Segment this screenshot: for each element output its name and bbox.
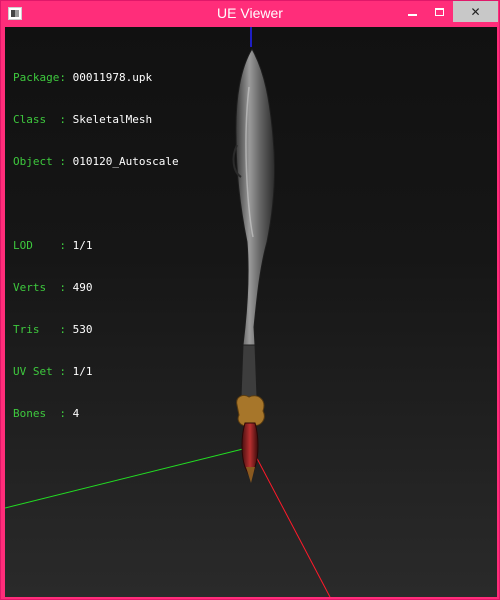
info-class-value: SkeletalMesh: [72, 113, 153, 126]
info-tris-row: Tris : 530: [13, 323, 179, 337]
info-package-row: Package: 00011978.upk: [13, 71, 179, 85]
info-object-label: Object :: [13, 155, 66, 168]
info-class-row: Class : SkeletalMesh: [13, 113, 179, 127]
axis-x-line: [250, 446, 331, 597]
sword-guard: [236, 394, 265, 427]
info-lod-value: 1/1: [72, 239, 93, 252]
info-spacer: [13, 197, 179, 211]
info-uvset-value: 1/1: [72, 365, 93, 378]
info-bones-row: Bones : 4: [13, 407, 179, 421]
info-verts-row: Verts : 490: [13, 281, 179, 295]
info-verts-label: Verts :: [13, 281, 66, 294]
info-package-value: 00011978.upk: [72, 71, 153, 84]
axis-y-line: [5, 446, 252, 509]
info-uvset-label: UV Set :: [13, 365, 66, 378]
close-icon: ✕: [470, 4, 481, 19]
info-object-value: 010120_Autoscale: [72, 155, 179, 168]
sword-ricasso: [240, 344, 258, 404]
app-window: UE Viewer ✕ Package: 00011978.upk Class …: [0, 0, 500, 600]
info-tris-label: Tris :: [13, 323, 66, 336]
sword-pommel: [246, 467, 255, 483]
info-lod-row: LOD : 1/1: [13, 239, 179, 253]
maximize-button[interactable]: [426, 1, 453, 22]
sword-mesh: [232, 48, 276, 483]
3d-viewport[interactable]: Package: 00011978.upk Class : SkeletalMe…: [5, 27, 497, 597]
info-bones-value: 4: [72, 407, 80, 420]
info-verts-value: 490: [72, 281, 93, 294]
info-class-label: Class :: [13, 113, 66, 126]
info-uvset-row: UV Set : 1/1: [13, 365, 179, 379]
close-button[interactable]: ✕: [453, 1, 498, 22]
info-package-label: Package:: [13, 71, 66, 84]
minimize-icon: [408, 13, 417, 16]
sword-blade: [235, 48, 276, 346]
info-tris-value: 530: [72, 323, 93, 336]
minimize-button[interactable]: [399, 1, 426, 22]
info-object-row: Object : 010120_Autoscale: [13, 155, 179, 169]
info-lod-label: LOD :: [13, 239, 66, 252]
maximize-icon: [435, 7, 444, 16]
title-bar[interactable]: UE Viewer ✕: [1, 1, 499, 27]
mesh-info-overlay: Package: 00011978.upk Class : SkeletalMe…: [13, 43, 179, 449]
info-bones-label: Bones :: [13, 407, 66, 420]
